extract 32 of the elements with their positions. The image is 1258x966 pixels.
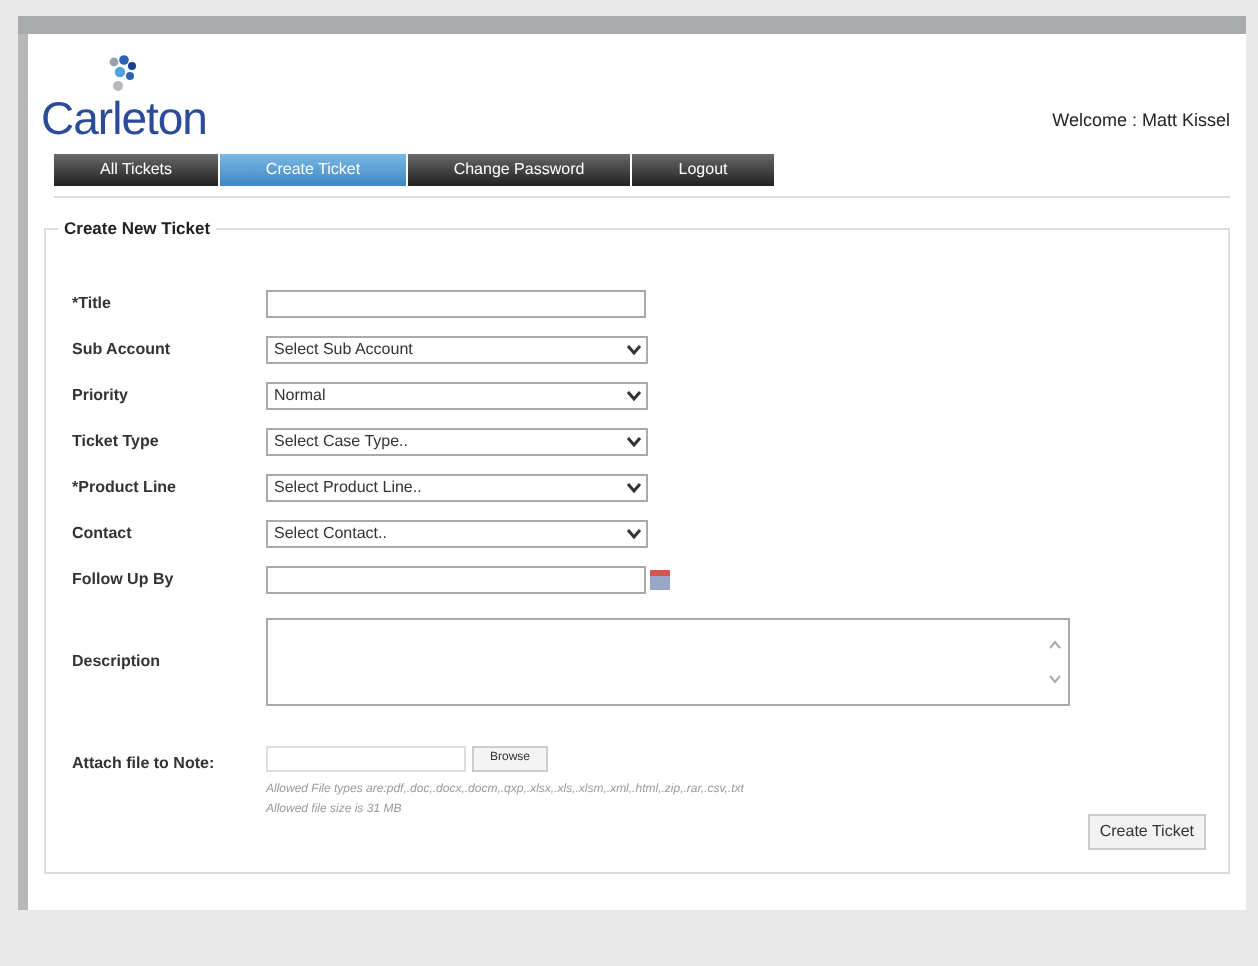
- scroll-arrows-icon: [1048, 638, 1062, 686]
- date-field[interactable]: [266, 565, 646, 593]
- field-label: Sub Account: [72, 337, 173, 361]
- chevron-down-icon: [626, 389, 642, 401]
- field-label: Ticket Type: [72, 429, 161, 453]
- field-label: *Title: [72, 291, 113, 315]
- nav-tab[interactable]: All Tickets: [54, 154, 218, 186]
- chevron-down-icon: [626, 343, 642, 355]
- dropdown[interactable]: Normal: [266, 381, 648, 409]
- nav-tab[interactable]: Change Password: [408, 154, 630, 186]
- field-label: *Product Line: [72, 475, 179, 499]
- create-ticket-button[interactable]: Create Ticket: [1087, 814, 1206, 850]
- welcome-text: Welcome : Matt Kissel: [1052, 107, 1230, 133]
- dropdown[interactable]: Select Contact..: [266, 519, 648, 547]
- field-label: Description: [72, 650, 163, 674]
- dropdown[interactable]: Select Product Line..: [266, 473, 648, 501]
- logo-text: Carleton: [41, 94, 207, 142]
- field-label: Contact: [72, 521, 134, 545]
- field-label: Priority: [72, 383, 131, 407]
- field-label: Attach file to Note:: [72, 752, 217, 776]
- chevron-down-icon: [626, 527, 642, 539]
- dropdown[interactable]: Select Sub Account: [266, 335, 648, 363]
- description-field[interactable]: [266, 618, 1070, 706]
- title-field[interactable]: [266, 289, 646, 317]
- chevron-down-icon: [626, 435, 642, 447]
- nav-tab[interactable]: Logout: [632, 154, 774, 186]
- dropdown[interactable]: Select Case Type..: [266, 427, 648, 455]
- chevron-down-icon: [626, 481, 642, 493]
- field-label: Follow Up By: [72, 567, 176, 591]
- calendar-icon[interactable]: [650, 569, 670, 589]
- file-field[interactable]: [266, 746, 466, 772]
- logo-icon: [106, 54, 142, 94]
